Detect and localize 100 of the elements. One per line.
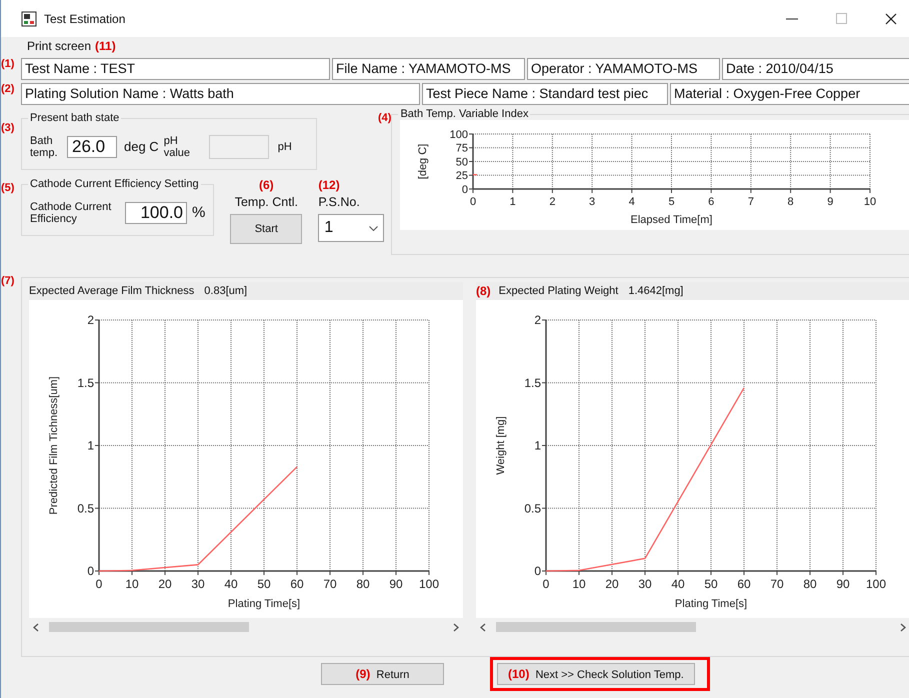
x-tick-label: 5 [668,196,676,208]
y-tick-label: 100 [450,128,468,141]
window-title: Test Estimation [44,12,126,26]
data-line [473,174,478,176]
field-label: Bath temp. [30,134,59,158]
x-tick-label: 100 [866,577,886,591]
y-tick-label: 25 [456,170,468,182]
x-tick-label: 7 [748,196,754,208]
x-tick-label: 6 [708,196,715,208]
x-tick-label: 90 [836,577,850,591]
app-icon [21,10,37,26]
scroll-left-icon[interactable] [480,622,486,632]
unit-label: deg C [124,139,159,154]
callout-number: (1) [1,58,16,72]
y-tick-label: 0.5 [524,501,541,516]
field-label: pH value [164,134,191,158]
y-axis [468,134,474,190]
x-axis-title: Elapsed Time[m] [631,214,713,226]
y-tick-label: 50 [456,156,468,168]
callout-number: (8) [476,284,491,298]
group-title: Bath Temp. Variable Index [399,108,530,120]
x-tick-label: 60 [737,577,751,591]
y-tick-label: 1.5 [524,376,541,390]
start-button[interactable]: Start [230,214,302,244]
dropdown-caret-icon [369,226,378,230]
y-tick-label: 0 [534,564,541,578]
scroll-right-icon[interactable] [900,622,906,632]
y-tick-label: 0 [462,184,468,196]
chart-title: Expected Plating Weight [498,285,618,297]
action-button[interactable]: (9) Return [321,663,444,685]
x-axis-title: Plating Time[s] [228,598,300,610]
x-tick-label: 50 [257,577,271,591]
field-label: Temp. Cntl. [234,195,298,209]
action-button[interactable]: (10) Next >> Check Solution Temp. [497,663,695,685]
x-tick-label: 50 [704,577,718,591]
info-field: Date : 2010/04/15 [722,58,909,80]
y-tick-label: 0 [87,564,94,578]
x-tick-label: 8 [788,196,794,208]
x-tick-label: 10 [572,577,586,591]
x-tick-label: 3 [590,196,596,208]
callout-number: (2) [1,83,16,97]
callout-number: (12) [318,178,340,192]
x-tick-label: 20 [605,577,619,591]
x-tick-label: 1 [510,196,516,208]
x-tick-label: 80 [803,577,817,591]
y-tick-label: 75 [456,142,468,155]
minimize-icon[interactable] [786,18,798,20]
scroll-left-icon[interactable] [33,622,39,632]
x-tick-label: 30 [191,577,205,591]
callout-number: (6) [259,178,274,192]
callout-number: (11) [95,39,116,53]
x-tick-label: 0 [96,577,102,591]
x-tick-label: 20 [158,577,172,591]
temperature-field[interactable]: 26.0 [67,136,117,158]
x-tick-label: 10 [125,577,139,591]
unit-label: pH [278,140,292,152]
info-field: File Name : YAMAMOTO-MS [332,58,525,80]
x-tick-label: 70 [770,577,784,591]
scrollbar-thumb[interactable] [49,622,249,632]
x-tick-label: 90 [389,577,403,591]
x-tick-label: 70 [323,577,337,591]
callout-number: (3) [1,122,16,136]
x-axis-title: Plating Time[s] [674,598,748,610]
ps-number-dropdown[interactable]: 1 [318,214,384,242]
info-field: Material : Oxygen-Free Copper [670,83,909,105]
callout-number: (5) [1,182,16,194]
y-tick-label: 1 [534,438,541,453]
info-field: Plating Solution Name : Watts bath [21,83,420,105]
efficiency-field[interactable]: 100.0 [125,202,187,224]
x-tick-label: 40 [671,577,685,591]
x-tick-label: 9 [828,196,834,208]
chart-value: 1.4642[mg] [628,285,684,297]
y-tick-label: 2 [87,313,94,328]
x-tick-label: 0 [470,196,477,208]
close-icon[interactable] [885,12,897,24]
info-field: Test Piece Name : Standard test piec [422,83,668,105]
y-axis-title: [deg C] [417,144,430,180]
x-tick-label: 4 [629,196,636,208]
group-title: Present bath state [29,112,120,124]
field-label: P.S.No. [318,195,360,209]
y-tick-label: 2 [534,313,541,328]
chart-title: Expected Average Film Thickness [29,285,194,297]
scrollbar-thumb[interactable] [496,622,696,632]
y-axis-title: Predicted Film Tichness[um] [48,376,60,515]
x-tick-label: 0 [542,577,550,591]
unit-label: % [192,204,206,221]
x-tick-label: 80 [356,577,370,591]
y-tick-label: 1.5 [77,376,94,390]
x-tick-label: 60 [290,577,304,591]
menu-item[interactable]: Print screen [27,39,92,53]
callout-number: (4) [378,112,392,126]
scroll-right-icon[interactable] [453,622,459,632]
chart-value: 0.83[um] [204,285,248,297]
x-tick-label: 2 [550,196,556,208]
x-tick-label: 30 [638,577,652,591]
x-tick-label: 40 [224,577,238,591]
y-tick-label: 0.5 [77,501,94,516]
x-tick-label: 10 [864,196,877,208]
x-tick-label: 100 [418,577,440,591]
callout-number: (7) [1,275,16,289]
